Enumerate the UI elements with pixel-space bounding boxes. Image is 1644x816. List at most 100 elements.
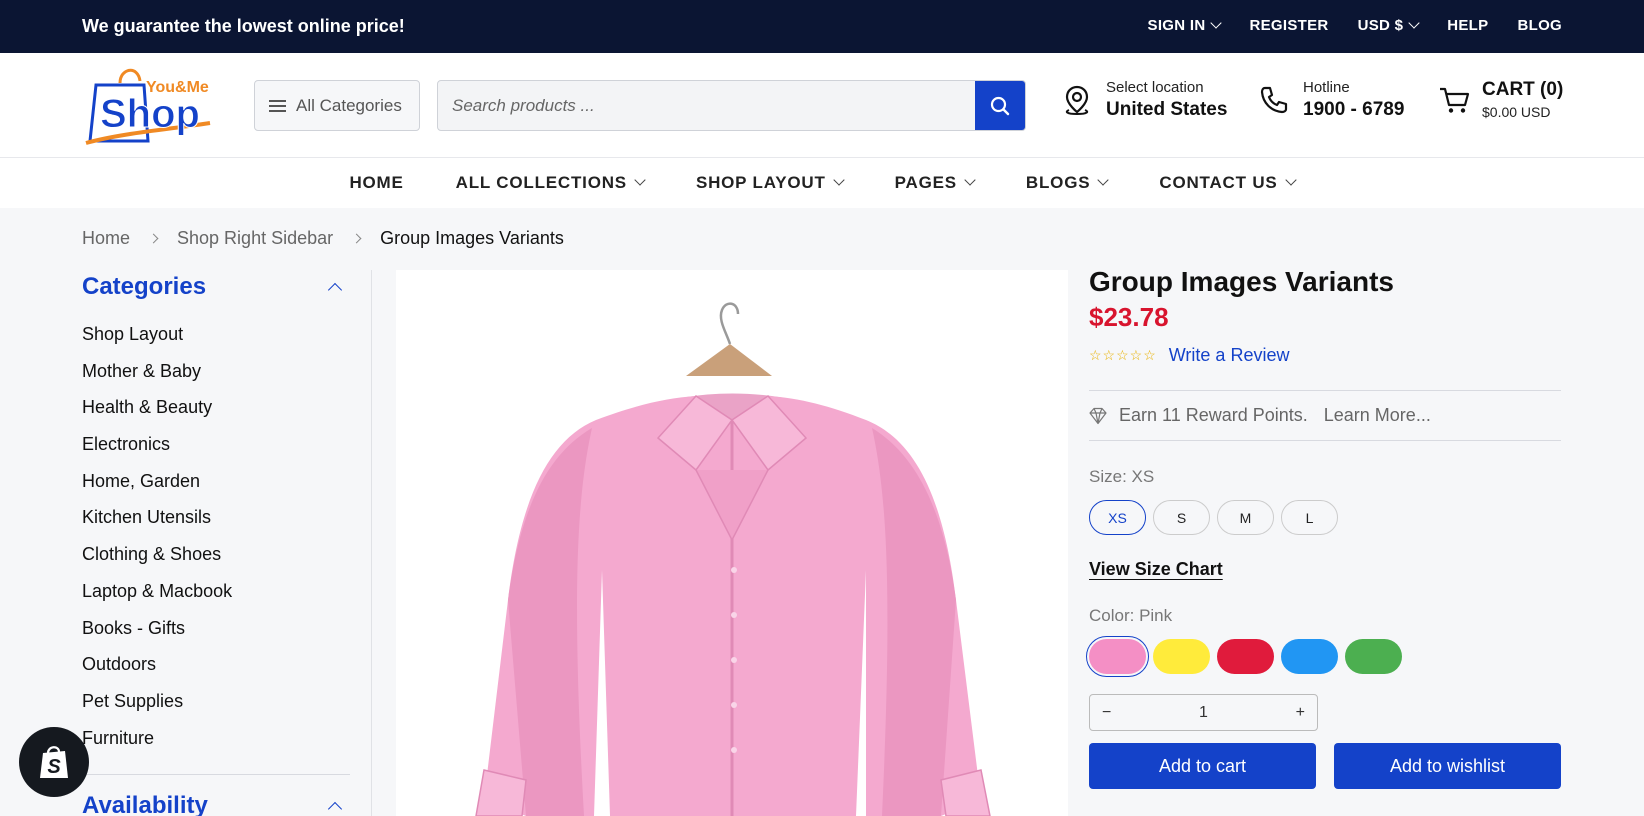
size-option-s[interactable]: S (1153, 500, 1210, 535)
category-kitchen-utensils[interactable]: Kitchen Utensils (82, 499, 350, 536)
register-link[interactable]: REGISTER (1249, 17, 1328, 34)
size-option-xs[interactable]: XS (1089, 500, 1146, 535)
rating-row: ☆☆☆☆☆ Write a Review (1089, 345, 1561, 366)
write-review-link[interactable]: Write a Review (1169, 345, 1290, 366)
nav-all-collections[interactable]: ALL COLLECTIONS (430, 158, 670, 208)
color-swatch-yellow[interactable] (1153, 639, 1210, 674)
quantity-value[interactable]: 1 (1199, 704, 1208, 722)
category-pet-supplies[interactable]: Pet Supplies (82, 683, 350, 720)
phone-icon (1260, 86, 1288, 114)
nav-blogs[interactable]: BLOGS (1000, 158, 1133, 208)
search-bar (437, 80, 1026, 131)
main-nav: HOME ALL COLLECTIONS SHOP LAYOUT PAGES B… (0, 158, 1644, 208)
menu-icon (269, 99, 286, 112)
cart-count: CART (0) (1482, 79, 1564, 100)
availability-title: Availability (82, 792, 208, 816)
category-furniture[interactable]: Furniture (82, 720, 350, 757)
pink-shirt-image (396, 270, 1068, 816)
color-swatch-pink[interactable] (1086, 636, 1149, 677)
size-option-l[interactable]: L (1281, 500, 1338, 535)
star-rating-icon: ☆☆☆☆☆ (1089, 347, 1157, 363)
shop-logo[interactable]: You&Me Shop (82, 63, 217, 149)
nav-home[interactable]: HOME (323, 158, 429, 208)
quantity-increase-button[interactable]: + (1296, 704, 1305, 722)
category-shop-layout[interactable]: Shop Layout (82, 316, 350, 353)
product-image[interactable] (396, 270, 1068, 816)
nav-pages[interactable]: PAGES (869, 158, 1000, 208)
color-label: Color: Pink (1089, 606, 1173, 625)
breadcrumb: Home Shop Right Sidebar Group Images Var… (82, 228, 564, 249)
category-electronics[interactable]: Electronics (82, 426, 350, 463)
learn-more-link[interactable]: Learn More... (1324, 405, 1431, 426)
category-clothing-shoes[interactable]: Clothing & Shoes (82, 536, 350, 573)
color-swatch-green[interactable] (1345, 639, 1402, 674)
add-to-cart-button[interactable]: Add to cart (1089, 743, 1316, 789)
category-outdoors[interactable]: Outdoors (82, 646, 350, 683)
nav-shop-layout[interactable]: SHOP LAYOUT (670, 158, 869, 208)
category-sidebar: Categories Shop Layout Mother & Baby Hea… (82, 270, 350, 816)
cart-button[interactable]: CART (0) $0.00 USD (1438, 79, 1563, 120)
shopify-badge[interactable]: S (19, 727, 89, 797)
color-swatch-blue[interactable] (1281, 639, 1338, 674)
shopify-bag-icon: S (40, 746, 68, 778)
chevron-up-icon[interactable] (327, 282, 343, 297)
action-buttons: Add to cart Add to wishlist (1089, 743, 1561, 789)
sidebar-separator (371, 270, 372, 816)
color-swatch-red[interactable] (1217, 639, 1274, 674)
color-options (1086, 636, 1561, 677)
reward-points: Earn 11 Reward Points. Learn More... (1089, 390, 1561, 441)
reward-text: Earn 11 Reward Points. (1119, 405, 1308, 425)
promo-text: We guarantee the lowest online price! (82, 16, 405, 36)
categories-header[interactable]: Categories (82, 270, 350, 304)
svg-text:S: S (47, 756, 61, 778)
all-categories-button[interactable]: All Categories (254, 80, 420, 131)
product-info: Group Images Variants $23.78 ☆☆☆☆☆ Write… (1086, 266, 1561, 789)
location-value: United States (1106, 99, 1228, 120)
logo-main-text: Shop (100, 92, 200, 136)
cart-total: $0.00 USD (1482, 104, 1551, 120)
sign-in-link[interactable]: SIGN IN (1148, 17, 1221, 34)
size-option-m[interactable]: M (1217, 500, 1274, 535)
search-button[interactable] (975, 81, 1025, 130)
size-options: XS S M L (1089, 500, 1561, 535)
search-input[interactable] (438, 81, 975, 130)
nav-contact-us[interactable]: CONTACT US (1133, 158, 1320, 208)
breadcrumb-shop-right-sidebar[interactable]: Shop Right Sidebar (177, 228, 333, 249)
diamond-icon (1089, 407, 1107, 424)
location-pin-icon (1065, 85, 1089, 116)
category-home-garden[interactable]: Home, Garden (82, 463, 350, 500)
hotline[interactable]: Hotline 1900 - 6789 (1259, 79, 1404, 121)
add-to-wishlist-button[interactable]: Add to wishlist (1334, 743, 1561, 789)
chevron-right-icon (351, 233, 362, 244)
product-price: $23.78 (1089, 302, 1169, 332)
location-label: Select location (1106, 79, 1204, 96)
currency-selector[interactable]: USD $ (1358, 17, 1419, 34)
hotline-number: 1900 - 6789 (1303, 99, 1405, 120)
blog-link[interactable]: BLOG (1517, 17, 1562, 34)
view-size-chart-link[interactable]: View Size Chart (1089, 559, 1561, 580)
category-list: Shop Layout Mother & Baby Health & Beaut… (82, 316, 350, 756)
header: You&Me Shop All Categories Select locati… (0, 53, 1644, 158)
cart-icon (1440, 87, 1470, 113)
availability-header[interactable]: Availability (82, 789, 350, 816)
categories-title: Categories (82, 273, 207, 300)
category-laptop-macbook[interactable]: Laptop & Macbook (82, 573, 350, 610)
all-categories-label: All Categories (296, 95, 402, 115)
size-label: Size: XS (1089, 467, 1155, 486)
sidebar-divider (82, 774, 350, 776)
quantity-stepper: − 1 + (1089, 694, 1318, 731)
breadcrumb-home[interactable]: Home (82, 228, 130, 249)
hotline-label: Hotline (1303, 79, 1350, 96)
search-icon (990, 96, 1010, 115)
product-title: Group Images Variants (1089, 266, 1394, 297)
top-links: SIGN IN REGISTER USD $ HELP BLOG (1148, 17, 1562, 34)
location-selector[interactable]: Select location United States (1062, 79, 1227, 121)
help-link[interactable]: HELP (1447, 17, 1488, 34)
chevron-up-icon[interactable] (327, 801, 343, 816)
category-books-gifts[interactable]: Books - Gifts (82, 610, 350, 647)
category-mother-baby[interactable]: Mother & Baby (82, 353, 350, 390)
quantity-decrease-button[interactable]: − (1102, 704, 1111, 722)
breadcrumb-current: Group Images Variants (380, 228, 564, 248)
category-health-beauty[interactable]: Health & Beauty (82, 389, 350, 426)
top-bar: We guarantee the lowest online price! SI… (0, 0, 1644, 53)
